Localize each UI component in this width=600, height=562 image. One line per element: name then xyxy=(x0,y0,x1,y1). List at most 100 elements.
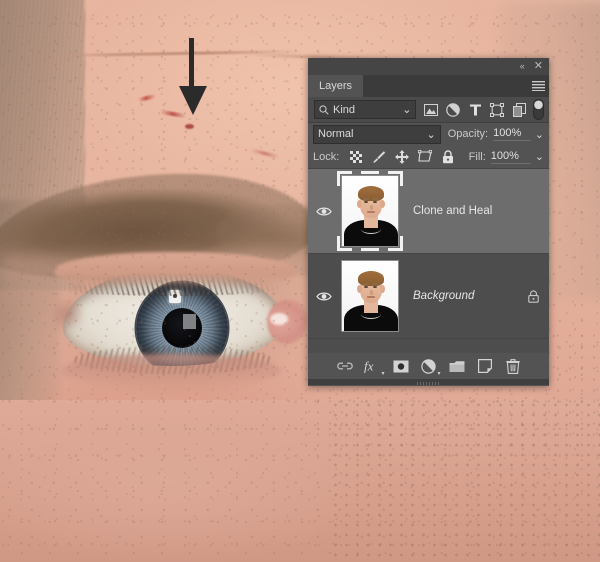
blend-mode-value: Normal xyxy=(318,128,353,140)
layers-panel: « ✕ Layers Kind ⌄ xyxy=(308,58,549,386)
filter-type-icon[interactable] xyxy=(464,100,486,120)
layer-thumbnail-image-1 xyxy=(341,260,399,332)
adjustment-menu-caret: ▾ xyxy=(437,371,440,377)
lock-artboard-nesting-icon[interactable] xyxy=(413,147,436,167)
portrait-brow-left xyxy=(363,198,369,200)
opacity-label: Opacity: xyxy=(448,128,488,140)
portrait-mouth xyxy=(367,296,375,298)
panel-menu-icon xyxy=(532,81,545,91)
link-icon xyxy=(337,361,353,371)
portrait-eye-right xyxy=(373,201,377,203)
portrait-hair xyxy=(358,186,384,201)
filter-kind-select[interactable]: Kind ⌄ xyxy=(314,100,416,119)
thumb-selection-corner-tr xyxy=(388,171,403,186)
lock-label: Lock: xyxy=(313,151,339,163)
folder-icon xyxy=(449,360,465,373)
move-arrows-icon xyxy=(395,150,409,164)
new-layer-button[interactable] xyxy=(471,354,499,378)
checkerboard-icon xyxy=(350,151,362,163)
filter-adjustment-icon[interactable] xyxy=(442,100,464,120)
add-layer-mask-button[interactable] xyxy=(387,354,415,378)
portrait-brow-right xyxy=(372,283,378,285)
layers-panel-footer: fx ▾ ▾ xyxy=(308,353,549,379)
artboard-icon xyxy=(418,150,432,163)
filter-smartobject-icon[interactable] xyxy=(508,100,530,120)
filter-enable-toggle[interactable] xyxy=(532,99,545,120)
opacity-caret[interactable]: ⌄ xyxy=(535,128,544,141)
lock-image-pixels-icon[interactable] xyxy=(367,147,390,167)
filter-type-icons xyxy=(420,100,530,120)
text-t-icon xyxy=(469,103,482,116)
portrait-eye-right xyxy=(373,286,377,288)
link-layers-button[interactable] xyxy=(331,354,359,378)
portrait-ear-right xyxy=(380,285,385,293)
filter-kind-label: Kind xyxy=(333,104,355,116)
thumb-selection-corner-tl xyxy=(337,171,352,186)
mask-icon xyxy=(393,360,409,373)
svg-text:fx: fx xyxy=(364,359,374,373)
new-group-button[interactable] xyxy=(443,354,471,378)
blemish-pointer-arrow xyxy=(170,38,216,116)
portrait-ear-left xyxy=(357,200,362,208)
layer-thumbnail-0[interactable] xyxy=(341,175,399,247)
fill-value[interactable]: 100% xyxy=(491,150,531,164)
thumb-selection-corner-br xyxy=(388,236,403,251)
fill-label: Fill: xyxy=(469,151,486,163)
fx-icon: fx xyxy=(364,359,381,373)
filter-shape-icon[interactable] xyxy=(486,100,508,120)
paintbrush-icon xyxy=(372,150,386,164)
thumb-selection-edge-bottom xyxy=(361,248,379,251)
blend-opacity-row: Normal ⌄ Opacity: 100% ⌄ xyxy=(308,123,549,145)
portrait-necklace xyxy=(361,309,381,319)
portrait-brow-left xyxy=(363,283,369,285)
delete-layer-button[interactable] xyxy=(499,354,527,378)
toggle-switch-icon xyxy=(533,99,544,120)
arrow-icon xyxy=(170,38,216,116)
lock-fill-row: Lock: xyxy=(308,145,549,168)
close-panel-button[interactable]: ✕ xyxy=(534,61,543,72)
panel-menu-button[interactable] xyxy=(527,75,549,97)
half-circle-icon xyxy=(421,359,436,374)
panel-titlebar: « ✕ xyxy=(308,58,549,75)
portrait-ear-right xyxy=(380,200,385,208)
image-icon xyxy=(424,104,438,116)
layer-lock-indicator-1 xyxy=(517,290,549,303)
lock-all-icon[interactable] xyxy=(436,147,459,167)
tab-empty-space xyxy=(364,75,527,97)
collapse-panel-button[interactable]: « xyxy=(520,62,524,71)
blend-mode-select[interactable]: Normal ⌄ xyxy=(313,125,441,144)
layer-style-button[interactable]: fx ▾ xyxy=(359,354,387,378)
table-row[interactable]: Clone and Heal xyxy=(308,169,549,254)
portrait-ear-left xyxy=(357,285,362,293)
portrait-brow-right xyxy=(372,198,378,200)
portrait-necklace xyxy=(361,224,381,234)
smart-object-icon xyxy=(513,103,526,117)
portrait-mouth xyxy=(367,211,375,213)
layer-name-1[interactable]: Background xyxy=(413,290,517,302)
table-row[interactable]: Background xyxy=(308,254,549,339)
blend-mode-caret: ⌄ xyxy=(427,128,436,141)
fill-caret[interactable]: ⌄ xyxy=(535,150,544,163)
lock-transparency-icon[interactable] xyxy=(344,147,367,167)
layer-visibility-toggle-1[interactable] xyxy=(308,291,339,302)
tab-layers-label: Layers xyxy=(319,80,352,92)
lock-position-icon[interactable] xyxy=(390,147,413,167)
layer-thumbnail-1[interactable] xyxy=(341,260,399,332)
filter-pixel-icon[interactable] xyxy=(420,100,442,120)
thumb-selection-edge-top xyxy=(361,171,379,174)
layers-list: Clone and Heal xyxy=(308,168,549,353)
panel-resize-strip[interactable] xyxy=(308,379,549,385)
thumb-selection-corner-bl xyxy=(337,236,352,251)
opacity-value[interactable]: 100% xyxy=(493,127,531,141)
layer-visibility-toggle-0[interactable] xyxy=(308,206,339,217)
panel-resize-grip[interactable] xyxy=(417,382,441,385)
tab-layers[interactable]: Layers xyxy=(308,75,364,97)
layer-name-0[interactable]: Clone and Heal xyxy=(413,205,517,217)
layer-filter-row: Kind ⌄ xyxy=(308,97,549,123)
new-layer-icon xyxy=(478,359,492,373)
portrait-nose xyxy=(370,205,373,210)
new-fill-adjustment-button[interactable]: ▾ xyxy=(415,354,443,378)
lock-icon-group xyxy=(344,147,459,167)
eye-icon xyxy=(316,291,332,302)
panel-tab-row: Layers xyxy=(308,75,549,97)
